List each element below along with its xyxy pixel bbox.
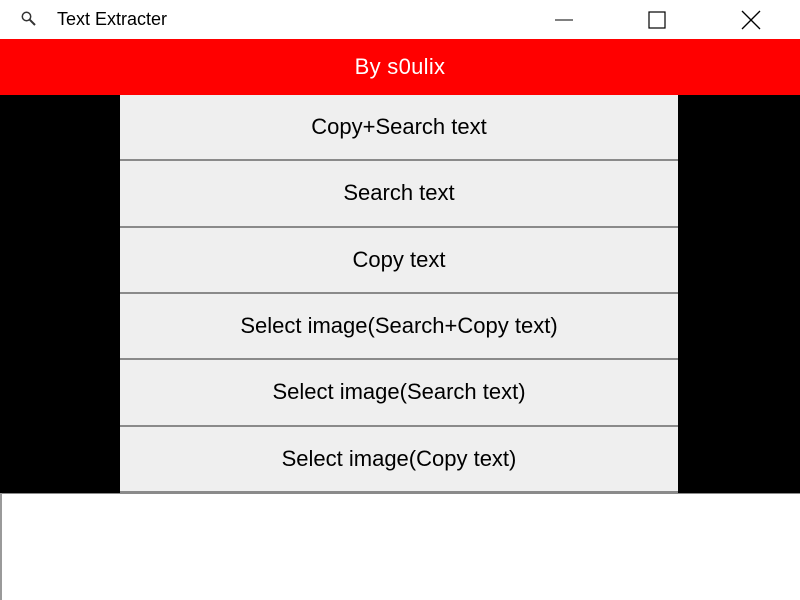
select-image-copy-button[interactable]: Select image(Copy text) (120, 426, 678, 493)
select-image-search-button[interactable]: Select image(Search text) (120, 360, 678, 427)
author-banner: By s0ulix (0, 39, 800, 95)
title-bar[interactable]: Text Extracter (0, 0, 800, 39)
copy-search-text-button[interactable]: Copy+Search text (120, 95, 678, 162)
minimize-icon (555, 11, 573, 29)
divider (0, 493, 800, 494)
close-button[interactable] (728, 0, 774, 39)
window-title: Text Extracter (57, 9, 168, 29)
close-icon (741, 10, 761, 30)
app-window: Text Extracter By s0ulix Copy+Search tex… (0, 0, 800, 600)
minimize-button[interactable] (541, 0, 587, 39)
banner-text: By s0ulix (354, 54, 446, 79)
window-left-edge (0, 493, 2, 600)
action-button-stack: Copy+Search text Search text Copy text S… (120, 95, 678, 493)
select-image-search-copy-button[interactable]: Select image(Search+Copy text) (120, 293, 678, 361)
copy-text-button[interactable]: Copy text (120, 227, 678, 294)
content-area: Copy+Search text Search text Copy text S… (0, 95, 800, 493)
magnifier-icon (20, 10, 38, 28)
maximize-icon (648, 10, 666, 29)
empty-bottom-area (0, 493, 800, 600)
search-text-button[interactable]: Search text (120, 161, 678, 228)
maximize-button[interactable] (634, 0, 680, 39)
